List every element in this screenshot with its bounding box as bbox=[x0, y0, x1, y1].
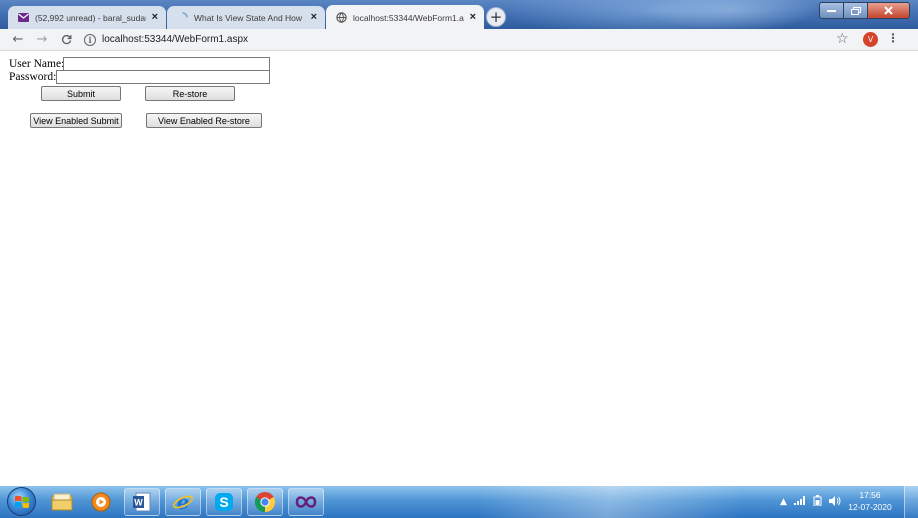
forward-button[interactable]: → bbox=[32, 30, 52, 50]
minimize-button[interactable] bbox=[819, 2, 844, 19]
restore-window-icon bbox=[850, 6, 861, 15]
password-input[interactable] bbox=[56, 70, 270, 84]
titlebar-glow bbox=[640, 0, 820, 29]
view-enabled-restore-button[interactable]: View Enabled Re-store bbox=[146, 113, 262, 128]
system-tray: ▲ bbox=[780, 486, 848, 518]
address-bar[interactable]: i localhost:53344/WebForm1.aspx bbox=[84, 31, 248, 49]
mail-icon bbox=[18, 12, 29, 23]
svg-text:W: W bbox=[134, 498, 143, 508]
maximize-button[interactable] bbox=[844, 2, 868, 19]
tab-title: localhost:53344/WebForm1.aspx bbox=[353, 12, 464, 23]
bookmark-star-icon[interactable]: ☆ bbox=[836, 31, 849, 47]
media-player-icon[interactable] bbox=[83, 488, 119, 516]
volume-icon[interactable] bbox=[828, 495, 841, 509]
minimize-icon bbox=[827, 9, 836, 12]
visual-studio-icon[interactable] bbox=[288, 488, 324, 516]
globe-icon bbox=[336, 12, 347, 23]
start-button[interactable] bbox=[7, 487, 36, 516]
browser-tab-strip: (52,992 unread) - baral_sudarsha × What … bbox=[0, 0, 918, 29]
submit-button[interactable]: Submit bbox=[41, 86, 121, 101]
menu-kebab-icon[interactable]: ⋮ bbox=[887, 32, 899, 44]
tab-gmail[interactable]: (52,992 unread) - baral_sudarsha × bbox=[8, 6, 166, 29]
restore-button[interactable]: Re-store bbox=[145, 86, 235, 101]
clock-date: 12-07-2020 bbox=[848, 502, 892, 512]
chrome-icon[interactable] bbox=[247, 488, 283, 516]
clock-time: 17:56 bbox=[859, 490, 881, 500]
reload-icon bbox=[61, 34, 71, 45]
username-label: User Name:- bbox=[9, 58, 69, 70]
skype-icon[interactable]: S bbox=[206, 488, 242, 516]
close-icon bbox=[884, 6, 893, 15]
taskbar-shine bbox=[480, 486, 740, 518]
arrow-left-icon: ← bbox=[12, 32, 24, 47]
tab-close-icon[interactable]: × bbox=[470, 12, 476, 23]
view-enabled-submit-button[interactable]: View Enabled Submit bbox=[30, 113, 122, 128]
svg-text:S: S bbox=[219, 494, 228, 510]
username-input[interactable] bbox=[63, 57, 270, 71]
taskbar-clock[interactable]: 17:56 12-07-2020 bbox=[846, 489, 894, 513]
browser-toolbar: ← → i localhost:53344/WebForm1.aspx ☆ V … bbox=[0, 29, 918, 51]
close-window-button[interactable] bbox=[868, 2, 910, 19]
url-text[interactable]: localhost:53344/WebForm1.aspx bbox=[102, 34, 248, 45]
back-button[interactable]: ← bbox=[8, 30, 28, 50]
word-icon[interactable]: W bbox=[124, 488, 160, 516]
loading-icon bbox=[177, 12, 188, 23]
windows-logo-icon bbox=[14, 495, 29, 508]
window-controls bbox=[819, 2, 910, 19]
windows-taskbar: W e S ▲ 17:56 12-07-2020 bbox=[0, 486, 918, 518]
show-hidden-icons-icon[interactable]: ▲ bbox=[780, 497, 787, 507]
windows-explorer-icon[interactable] bbox=[44, 488, 80, 516]
tab-title: (52,992 unread) - baral_sudarsha bbox=[35, 12, 146, 23]
info-icon[interactable]: i bbox=[84, 33, 96, 46]
network-signal-icon[interactable] bbox=[793, 496, 806, 508]
tab-close-icon[interactable]: × bbox=[152, 12, 158, 23]
tab-webform1[interactable]: localhost:53344/WebForm1.aspx × bbox=[326, 5, 484, 29]
page-content: User Name:- Password:- Submit Re-store V… bbox=[0, 52, 918, 486]
reload-button[interactable] bbox=[56, 30, 76, 50]
arrow-right-icon: → bbox=[36, 32, 48, 47]
internet-explorer-icon[interactable]: e bbox=[165, 488, 201, 516]
power-icon[interactable] bbox=[813, 495, 822, 509]
tab-title: What Is View State And How It W bbox=[194, 12, 305, 23]
svg-text:e: e bbox=[177, 491, 190, 513]
password-label: Password:- bbox=[9, 71, 61, 83]
profile-avatar[interactable]: V bbox=[863, 32, 878, 47]
new-tab-button[interactable]: + bbox=[486, 7, 506, 27]
show-desktop-button[interactable] bbox=[904, 486, 918, 518]
tab-view-state[interactable]: What Is View State And How It W × bbox=[167, 6, 325, 29]
tab-close-icon[interactable]: × bbox=[311, 12, 317, 23]
